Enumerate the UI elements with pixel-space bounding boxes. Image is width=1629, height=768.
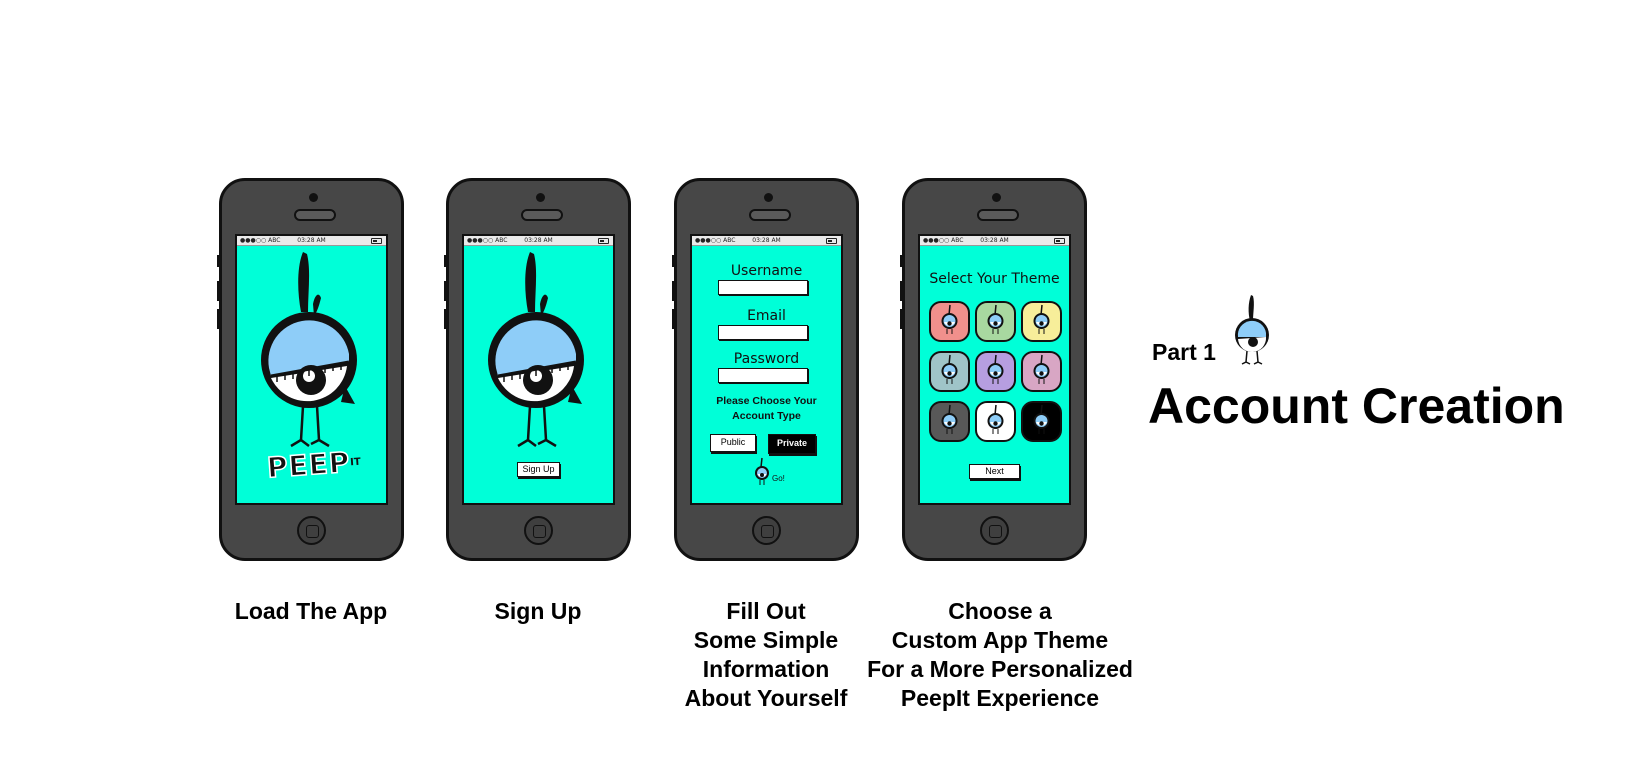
caption-sign-up: Sign Up <box>494 598 582 624</box>
mini-bird-icon <box>1033 304 1050 334</box>
go-link[interactable]: Go! <box>772 474 785 483</box>
camera-icon <box>992 193 1001 202</box>
phone-load-app: ●●●○○ ABC 03:28 AM PEEPIT <box>217 178 404 561</box>
mini-bird-icon <box>1033 404 1050 434</box>
phone-account-info: ●●●○○ ABC 03:28 AM Username Email Passwo… <box>672 178 859 561</box>
next-button[interactable]: Next <box>969 464 1020 479</box>
mini-bird-icon <box>941 354 958 384</box>
part-label: Part 1 <box>1152 339 1216 365</box>
caption-line: Some Simple <box>693 627 839 653</box>
home-button[interactable] <box>297 516 326 545</box>
account-type-line-2: Account Type <box>732 410 801 422</box>
caption-select-theme: Choose a Custom App Theme For a More Per… <box>855 597 1145 713</box>
screen: ●●●○○ ABC 03:28 AM Username Email Passwo… <box>690 234 843 505</box>
screen: ●●●○○ ABC 03:28 AM <box>235 234 388 505</box>
public-button[interactable]: Public <box>710 434 756 452</box>
caption-line: Information <box>702 656 830 682</box>
peepit-bird-icon <box>1235 295 1269 365</box>
username-label: Username <box>730 263 803 279</box>
email-label: Email <box>747 308 786 324</box>
caption-account-info: Fill Out Some Simple Information About Y… <box>666 597 866 713</box>
theme-swatch[interactable] <box>1021 401 1062 442</box>
logo-text: PEEP <box>265 445 352 485</box>
caption-line: PeepIt Experience <box>900 685 1100 711</box>
caption-load-app: Load The App <box>234 598 388 624</box>
battery-icon <box>826 238 837 244</box>
speaker-icon <box>977 209 1019 221</box>
theme-swatch[interactable] <box>1021 351 1062 392</box>
theme-swatch[interactable] <box>929 301 970 342</box>
speaker-icon <box>521 209 563 221</box>
mini-bird-icon <box>1033 354 1050 384</box>
username-field[interactable] <box>718 280 808 295</box>
password-label: Password <box>733 351 800 367</box>
mini-bird-icon <box>987 304 1004 334</box>
mini-bird-icon <box>941 304 958 334</box>
theme-swatch[interactable] <box>929 351 970 392</box>
account-type-prompt: Please Choose Your Account Type <box>692 394 841 424</box>
theme-swatch[interactable] <box>975 401 1016 442</box>
speaker-icon <box>749 209 791 221</box>
theme-swatch[interactable] <box>975 301 1016 342</box>
status-bar: ●●●○○ ABC 03:28 AM <box>692 236 841 246</box>
home-button[interactable] <box>752 516 781 545</box>
screen: ●●●○○ ABC 03:28 AM Select Your Theme Nex… <box>918 234 1071 505</box>
mini-bird-icon <box>755 457 769 485</box>
time-label: 03:28 AM <box>752 237 781 244</box>
caption-line: Custom App Theme <box>891 627 1109 653</box>
mini-bird-icon <box>987 404 1004 434</box>
caption-line: About Yourself <box>684 685 848 711</box>
caption-line: Choose a <box>948 598 1052 624</box>
phone-select-theme: ●●●○○ ABC 03:28 AM Select Your Theme Nex… <box>900 178 1087 561</box>
mini-bird-icon <box>987 354 1004 384</box>
private-button[interactable]: Private <box>768 434 816 454</box>
phone-sign-up: ●●●○○ ABC 03:28 AM Sign Up <box>444 178 631 561</box>
caption-line: For a More Personalized <box>867 656 1133 682</box>
peepit-logo: PEEPIT <box>265 445 368 485</box>
home-button[interactable] <box>980 516 1009 545</box>
page-title: Account Creation <box>1148 378 1565 434</box>
home-button[interactable] <box>524 516 553 545</box>
mini-bird-icon <box>941 404 958 434</box>
camera-icon <box>764 193 773 202</box>
camera-icon <box>309 193 318 202</box>
caption-line: Fill Out <box>726 598 806 624</box>
account-type-line-1: Please Choose Your <box>716 395 817 407</box>
logo-superscript: IT <box>349 456 362 469</box>
speaker-icon <box>294 209 336 221</box>
theme-swatch[interactable] <box>1021 301 1062 342</box>
email-field[interactable] <box>718 325 808 340</box>
sign-up-button[interactable]: Sign Up <box>517 462 560 477</box>
camera-icon <box>536 193 545 202</box>
theme-swatch[interactable] <box>975 351 1016 392</box>
theme-swatch[interactable] <box>929 401 970 442</box>
screen: ●●●○○ ABC 03:28 AM <box>462 234 615 505</box>
password-field[interactable] <box>718 368 808 383</box>
